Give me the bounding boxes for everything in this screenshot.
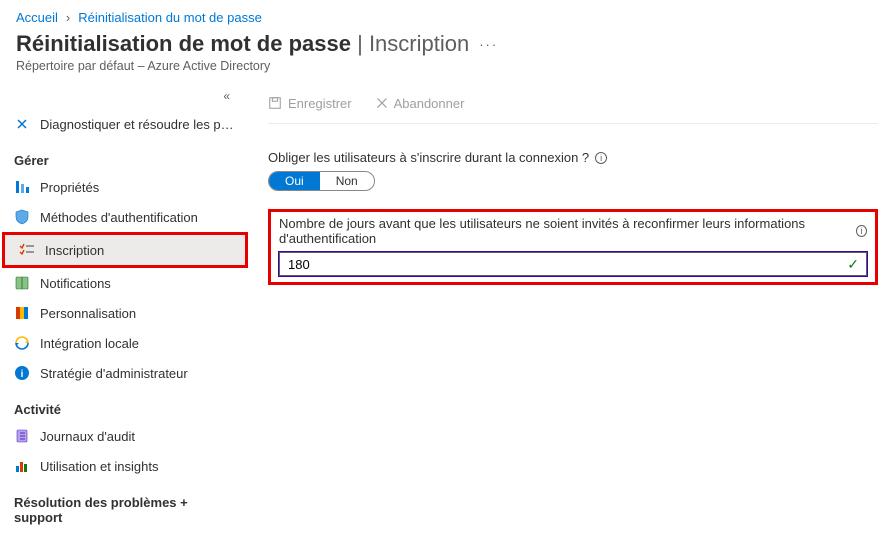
properties-icon [14, 179, 30, 195]
sidebar-item-label: Journaux d'audit [40, 429, 135, 444]
sidebar: « Diagnostiquer et résoudre les prob... … [0, 83, 250, 526]
breadcrumb-separator: › [66, 10, 70, 25]
page-title-sub: Inscription [369, 31, 469, 56]
discard-button[interactable]: Abandonner [376, 96, 465, 111]
palette-icon [14, 305, 30, 321]
sync-icon [14, 335, 30, 351]
breadcrumb-current[interactable]: Réinitialisation du mot de passe [78, 10, 262, 25]
main-content: Enregistrer Abandonner Obliger les utili… [250, 83, 896, 526]
checklist-icon [19, 242, 35, 258]
breadcrumb: Accueil › Réinitialisation du mot de pas… [0, 0, 896, 29]
toggle-option-no[interactable]: Non [320, 172, 374, 190]
sidebar-item-properties[interactable]: Propriétés [0, 172, 250, 202]
save-button[interactable]: Enregistrer [268, 96, 352, 111]
shield-icon [14, 209, 30, 225]
diagnose-icon [14, 116, 30, 132]
save-label: Enregistrer [288, 96, 352, 111]
require-register-toggle[interactable]: Oui Non [268, 171, 375, 191]
sidebar-header-activity: Activité [0, 388, 250, 421]
more-actions-button[interactable]: ··· [479, 37, 498, 52]
bar-chart-icon [14, 458, 30, 474]
sidebar-item-label: Personnalisation [40, 306, 136, 321]
require-register-label: Obliger les utilisateurs à s'inscrire du… [268, 150, 589, 165]
sidebar-item-onprem[interactable]: Intégration locale [0, 328, 250, 358]
validation-check-icon: ✓ [847, 256, 859, 273]
sidebar-item-label: Notifications [40, 276, 111, 291]
info-icon: i [14, 365, 30, 381]
days-input[interactable] [279, 252, 867, 276]
toolbar-divider [268, 123, 878, 124]
sidebar-item-notifications[interactable]: Notifications [0, 268, 250, 298]
info-tooltip-icon[interactable]: i [856, 225, 867, 237]
svg-text:i: i [21, 369, 24, 380]
book-icon [14, 275, 30, 291]
sidebar-item-label: Inscription [45, 243, 104, 258]
field-require-register: Obliger les utilisateurs à s'inscrire du… [268, 150, 878, 191]
page-subtitle: Répertoire par défaut – Azure Active Dir… [0, 59, 896, 83]
info-tooltip-icon[interactable]: i [595, 152, 607, 164]
sidebar-item-label: Utilisation et insights [40, 459, 159, 474]
days-label: Nombre de jours avant que les utilisateu… [279, 216, 850, 246]
toolbar: Enregistrer Abandonner [268, 89, 878, 117]
sidebar-item-customization[interactable]: Personnalisation [0, 298, 250, 328]
highlight-registration: Inscription [2, 232, 248, 268]
close-icon [376, 97, 388, 109]
toggle-option-yes[interactable]: Oui [269, 172, 320, 190]
sidebar-item-label: Propriétés [40, 180, 99, 195]
highlight-days-field: Nombre de jours avant que les utilisateu… [268, 209, 878, 285]
sidebar-item-registration[interactable]: Inscription [5, 235, 245, 265]
sidebar-item-label: Méthodes d'authentification [40, 210, 198, 225]
notebook-icon [14, 428, 30, 444]
sidebar-item-label: Diagnostiquer et résoudre les prob... [40, 117, 236, 132]
sidebar-item-admin-policy[interactable]: i Stratégie d'administrateur [0, 358, 250, 388]
sidebar-item-diagnose[interactable]: Diagnostiquer et résoudre les prob... [0, 109, 250, 139]
breadcrumb-home[interactable]: Accueil [16, 10, 58, 25]
sidebar-header-support: Résolution des problèmes + support [0, 481, 250, 526]
sidebar-item-audit-logs[interactable]: Journaux d'audit [0, 421, 250, 451]
discard-label: Abandonner [394, 96, 465, 111]
page-title-main: Réinitialisation de mot de passe [16, 31, 351, 56]
save-icon [268, 96, 282, 110]
sidebar-item-label: Stratégie d'administrateur [40, 366, 188, 381]
sidebar-item-label: Intégration locale [40, 336, 139, 351]
page-title: Réinitialisation de mot de passe | Inscr… [16, 31, 469, 57]
sidebar-item-auth-methods[interactable]: Méthodes d'authentification [0, 202, 250, 232]
sidebar-item-usage[interactable]: Utilisation et insights [0, 451, 250, 481]
sidebar-collapse-button[interactable]: « [0, 87, 250, 109]
sidebar-header-manage: Gérer [0, 139, 250, 172]
